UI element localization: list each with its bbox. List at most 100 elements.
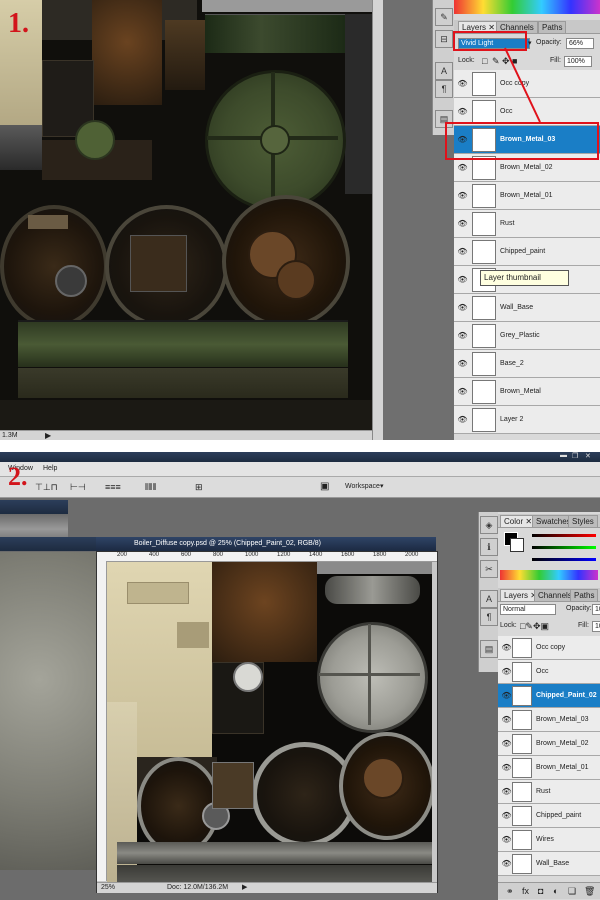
layer-thumbnail[interactable] [472,184,496,208]
trash-icon[interactable]: 🗑 [584,886,595,897]
lock-transparent-icon[interactable]: □ [482,56,487,66]
layer-row[interactable]: 👁 Occ copy [454,70,600,98]
eye-icon[interactable]: 👁 [501,835,512,844]
layer-thumbnail[interactable] [512,662,532,682]
eye-icon[interactable]: 👁 [501,691,512,700]
layer-thumbnail[interactable] [472,100,496,124]
vertical-ruler[interactable] [97,561,107,881]
align-left-icon[interactable]: ⊢⊣ [70,482,86,493]
layer-row[interactable]: 👁 Wall_Base [454,294,600,322]
step1-tool-paragraph-icon[interactable]: ¶ [435,80,453,98]
layer-thumbnail[interactable] [472,212,496,236]
tab-styles[interactable]: Styles [568,515,598,527]
window-restore-icon[interactable]: ❐ [572,452,578,460]
eye-icon[interactable]: 👁 [457,303,468,312]
doc-status-arrow-icon[interactable]: ▶ [242,883,247,891]
eye-icon[interactable]: 👁 [501,715,512,724]
eye-icon[interactable]: 👁 [457,107,468,116]
tab-paths[interactable]: Paths [538,21,567,33]
layer-row[interactable]: 👁 Brown_Metal_01 [454,182,600,210]
layer-thumbnail[interactable] [512,710,532,730]
layer-row[interactable]: 👁 Wires [498,828,600,852]
eye-icon[interactable]: 👁 [457,331,468,340]
adjustment-layer-icon[interactable]: ◐ [553,886,558,896]
back-window-titlebar[interactable] [0,500,68,514]
layer-row[interactable]: 👁 Chipped_paint [498,804,600,828]
step1-color-ramp[interactable] [454,0,600,14]
layer-thumbnail[interactable] [512,638,532,658]
eye-icon[interactable]: 👁 [457,415,468,424]
step2-lock-icons[interactable]: □✎✥▣ [520,621,549,632]
color-ramp[interactable] [500,570,598,580]
layer-row[interactable]: 👁 Chipped_Paint_02 [498,684,600,708]
layer-row[interactable]: 👁 Rust [454,210,600,238]
step2-tool-type-icon[interactable]: A [480,590,498,608]
step2-tool-tools-icon[interactable]: ✂ [480,560,498,578]
step2-texture-canvas[interactable] [107,562,432,882]
step2-blend-mode-select[interactable]: Normal [500,604,556,615]
layer-row[interactable]: 👁 Layer 2 [454,406,600,434]
layer-thumbnail[interactable] [472,324,496,348]
blue-slider[interactable] [532,558,596,561]
layer-thumbnail[interactable] [512,686,532,706]
eye-icon[interactable]: 👁 [457,191,468,200]
workspace-icon[interactable]: ▣ [320,481,329,492]
eye-icon[interactable]: 👁 [501,811,512,820]
eye-icon[interactable]: 👁 [501,643,512,652]
step2-tool-navigator-icon[interactable]: ◈ [480,516,498,534]
add-mask-icon[interactable]: ◘ [538,886,543,896]
layer-thumbnail[interactable] [512,758,532,778]
layer-row[interactable]: 👁 Occ copy [498,636,600,660]
lock-all-icon[interactable]: ■ [512,56,517,66]
layer-thumbnail[interactable] [472,296,496,320]
step2-fill-field[interactable]: 10 [592,621,600,632]
eye-icon[interactable]: 👁 [457,247,468,256]
step2-tool-info-icon[interactable]: ℹ [480,538,498,556]
layer-row[interactable]: 👁 Brown_Metal_02 [498,732,600,756]
layer-thumbnail[interactable] [472,352,496,376]
step2-opacity-field[interactable]: 10 [592,604,600,615]
workspace-chevron-down-icon[interactable]: ▾ [380,482,384,490]
step1-fill-field[interactable]: 100% [564,56,592,67]
layer-thumbnail[interactable] [472,72,496,96]
layer-row[interactable]: 👁 Wall_Base [498,852,600,876]
lock-move-icon[interactable]: ✥ [502,56,510,67]
layer-thumbnail[interactable] [472,408,496,432]
green-slider[interactable] [532,546,596,549]
zoom-level[interactable]: 25% [101,884,115,891]
horizontal-ruler[interactable]: 200 400 600 800 1000 1200 1400 1600 1800 2000 [97,552,437,562]
concrete-window-titlebar[interactable] [0,537,100,551]
layer-style-icon[interactable]: fx [522,886,529,896]
layer-thumbnail[interactable] [512,854,532,874]
menu-help[interactable]: Help [43,465,57,472]
distribute-left-icon[interactable]: ⫴⫴⫴ [145,482,156,493]
layer-row[interactable]: 👁 Brown_Metal_03 [498,708,600,732]
eye-icon[interactable]: 👁 [501,859,512,868]
window-close-icon[interactable]: ✕ [585,452,591,460]
layer-thumbnail[interactable] [512,782,532,802]
tab-color[interactable]: Color ✕ [500,515,537,527]
window-minimize-icon[interactable]: ▬ [560,452,567,459]
eye-icon[interactable]: 👁 [501,739,512,748]
step1-tool-history-icon[interactable]: ⊟ [435,30,453,48]
concrete-texture-canvas[interactable] [0,552,98,870]
tab-paths-2[interactable]: Paths [570,589,599,601]
layer-row[interactable]: 👁 Brown_Metal_01 [498,756,600,780]
distribute-top-icon[interactable]: ≡≡≡ [105,482,121,492]
step1-texture-canvas[interactable] [0,0,372,430]
layer-thumbnail[interactable] [472,380,496,404]
step1-tool-type-icon[interactable]: A [435,62,453,80]
doc-titlebar[interactable]: Boiler_Diffuse copy.psd @ 25% (Chipped_P… [96,537,436,551]
eye-icon[interactable]: 👁 [501,787,512,796]
background-color-swatch[interactable] [510,538,524,552]
layer-row[interactable]: 👁 Occ [498,660,600,684]
eye-icon[interactable]: 👁 [457,163,468,172]
eye-icon[interactable]: 👁 [457,359,468,368]
link-layers-icon[interactable]: ⚭ [506,886,514,897]
eye-icon[interactable]: 👁 [457,219,468,228]
step1-tool-brush-icon[interactable]: ✎ [435,8,453,26]
step1-vertical-scrollbar[interactable] [372,0,383,440]
lock-brush-icon[interactable]: ✎ [492,56,500,67]
eye-icon[interactable]: 👁 [457,275,468,284]
layer-thumbnail[interactable] [512,734,532,754]
